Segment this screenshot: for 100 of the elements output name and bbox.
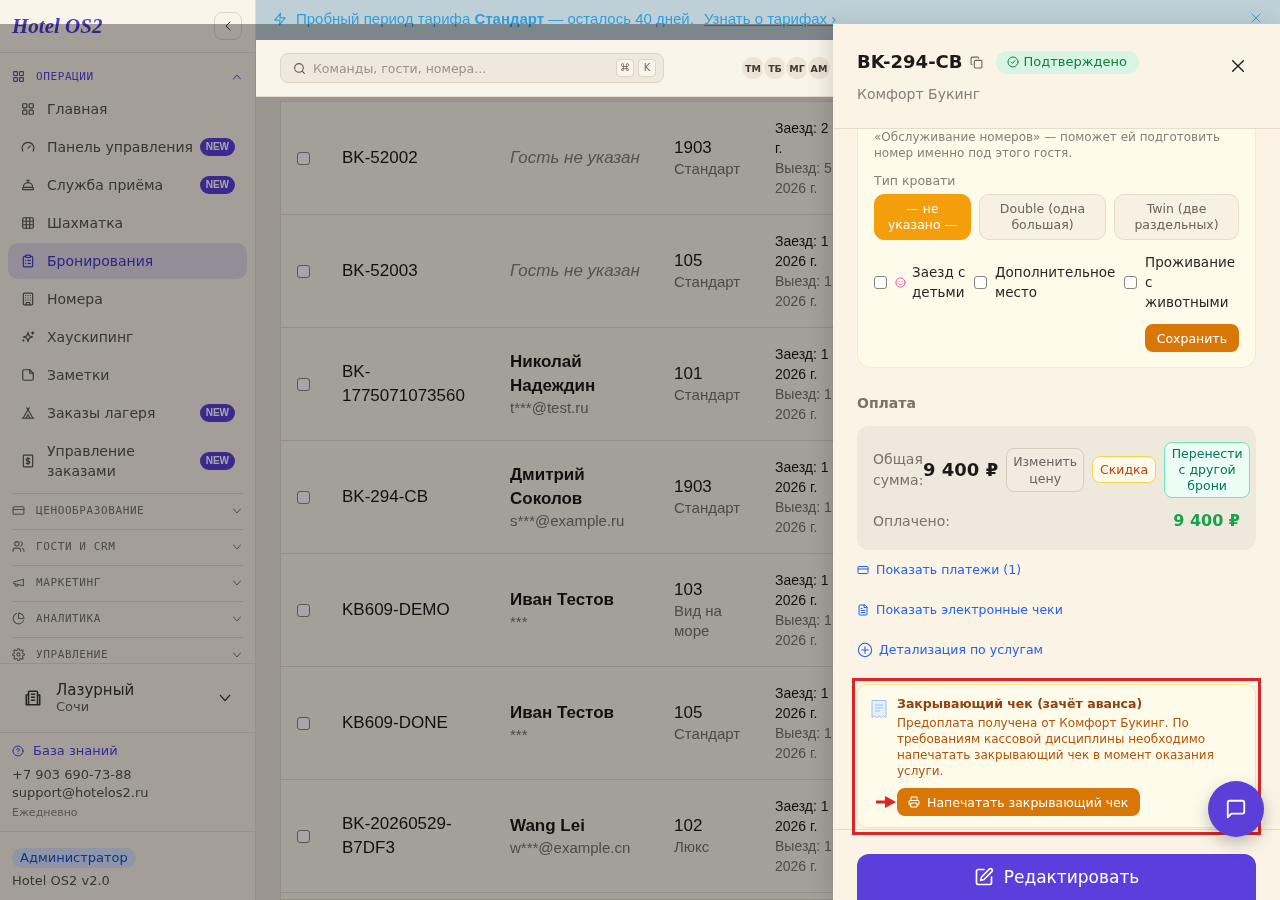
room-number: 1903	[674, 137, 713, 159]
nav-section-toggle[interactable]: МАРКЕТИНГ	[12, 576, 243, 589]
check-in-date: Заезд: 1 2026 г.	[775, 345, 829, 384]
receipts-link[interactable]: Показать электронные чеки	[857, 602, 1063, 618]
user-avatar: МГ	[784, 55, 810, 81]
close-icon	[1230, 58, 1246, 74]
checkbox[interactable]	[974, 275, 987, 289]
edit-icon	[973, 867, 994, 887]
bed-type-option[interactable]: Double (одна большая)	[979, 194, 1106, 240]
edit-button[interactable]: Редактировать	[857, 854, 1256, 900]
building-icon	[21, 292, 35, 306]
print-receipt-button[interactable]: Напечатать закрывающий чек	[897, 788, 1141, 816]
save-button[interactable]: Сохранить	[1144, 324, 1239, 352]
change-price-button[interactable]: Изменить цену	[1006, 447, 1085, 492]
check-in-date: Заезд: 2 г.	[775, 119, 829, 158]
room-type: Люкс	[674, 837, 711, 857]
nav-section-toggle[interactable]: ГОСТИ И CRM	[12, 540, 243, 553]
nav-item[interactable]: Шахматка	[8, 205, 247, 241]
status-label: Подтверждено	[1023, 54, 1127, 70]
support-hours: Ежедневно	[12, 806, 79, 820]
service-details-link[interactable]: Детализация по услугам	[857, 642, 1044, 658]
nav-item[interactable]: Панель управления NEW	[8, 129, 247, 165]
booking-id[interactable]: BK-1775071073560	[342, 360, 482, 408]
paid-amount: 9 400 ₽	[1173, 511, 1240, 531]
booking-id[interactable]: KB609-DEMO	[342, 598, 482, 622]
booking-id[interactable]: BK-20260529-B7DF3	[342, 812, 482, 860]
alert-message: Предоплата получена от Комфорт Букинг. По требованиям кассовой дисциплины необходимо напечатать закрывающий чек в момент оказания услуги.	[897, 715, 1215, 779]
collapse-sidebar-button[interactable]	[214, 12, 242, 40]
receipt-icon	[870, 700, 888, 718]
document-icon	[857, 604, 869, 616]
option-label[interactable]: Дополнительное место	[995, 262, 1116, 302]
user-avatar: ТБ	[762, 55, 788, 81]
checkbox[interactable]	[297, 151, 310, 165]
room-number: 105	[674, 702, 704, 724]
checkbox[interactable]	[297, 264, 310, 278]
option-label[interactable]: Заезд с детьми	[912, 262, 966, 302]
check-out-date: Выезд: 1 2026 г.	[775, 837, 832, 876]
plus-circle-icon	[857, 642, 873, 658]
shortcut-key: K	[638, 59, 656, 77]
nav-item[interactable]: Служба приёма NEW	[8, 167, 247, 203]
service-bell-icon	[21, 178, 35, 192]
lightning-icon	[273, 12, 287, 26]
clipboard-icon	[21, 254, 35, 268]
discount-button[interactable]: Скидка	[1092, 456, 1157, 483]
transfer-button[interactable]: Перенести с другой брони	[1164, 441, 1251, 498]
grid-icon	[12, 70, 25, 83]
room-number: 1903	[674, 476, 713, 498]
guest-name: Дмитрий Соколов	[510, 464, 586, 510]
checkbox[interactable]	[297, 377, 310, 391]
checkbox[interactable]	[297, 829, 310, 843]
close-banner-button[interactable]	[1250, 12, 1262, 24]
guest-email: ***	[510, 612, 529, 632]
knowledge-base-link[interactable]: База знаний	[12, 742, 118, 760]
guest-name: Николай Надеждин	[510, 351, 597, 397]
close-button[interactable]	[1230, 58, 1246, 74]
booking-id[interactable]: BK-52003	[342, 259, 482, 283]
checkbox[interactable]	[297, 490, 310, 504]
copy-icon[interactable]	[969, 55, 983, 69]
nav-item[interactable]: Заметки	[8, 357, 247, 393]
note-icon	[21, 368, 35, 382]
booking-title: BK-294-CB	[857, 50, 963, 74]
support-phone: +7 903 690-73-88	[12, 766, 133, 784]
nav-item[interactable]: Бронирования	[8, 243, 247, 279]
nav-item[interactable]: Управление заказами NEW	[8, 433, 247, 489]
checkbox[interactable]	[1124, 275, 1137, 289]
booking-id[interactable]: KB609-DONE	[342, 711, 482, 735]
checkbox[interactable]	[874, 275, 887, 289]
nav-item[interactable]: Заказы лагеря NEW	[8, 395, 247, 431]
property-selector[interactable]: Лазурный Сочи	[0, 663, 255, 732]
guest-name: Иван Тестов	[510, 702, 616, 724]
booking-id[interactable]: BK-52002	[342, 146, 482, 170]
new-badge: NEW	[199, 138, 235, 156]
paid-label: Оплачено:	[873, 512, 951, 531]
arrow-icon	[876, 796, 896, 808]
option-label[interactable]: Проживание с животными	[1145, 252, 1239, 312]
nav-item[interactable]: Номера	[8, 281, 247, 317]
bed-type-option[interactable]: Twin (две раздельных)	[1114, 194, 1239, 240]
payments-link[interactable]: Показать платежи (1)	[857, 562, 1022, 578]
dollar-receipt-icon	[21, 454, 35, 468]
guest-email: ***	[510, 725, 529, 745]
new-badge: NEW	[199, 452, 235, 470]
checkbox[interactable]	[297, 716, 310, 730]
room-type: Стандарт	[674, 498, 742, 518]
nav-section-toggle[interactable]: ЦЕНООБРАЗОВАНИЕ	[12, 504, 243, 517]
room-type: Вид на море	[674, 601, 723, 641]
settings-icon	[12, 648, 25, 661]
new-badge: NEW	[199, 176, 235, 194]
nav-section-toggle[interactable]: АНАЛИТИКА	[12, 612, 243, 625]
nav-section-toggle[interactable]: ОПЕРАЦИИ	[8, 70, 247, 83]
nav-item[interactable]: Хаускипинг	[8, 319, 247, 355]
close-icon	[1250, 12, 1262, 24]
nav-section-toggle[interactable]: УПРАВЛЕНИЕ	[12, 648, 243, 661]
gauge-icon	[21, 140, 35, 154]
guest-email: w***@example.cn	[510, 838, 632, 858]
trial-message: Пробный период тарифа Стандарт — осталось 40 дней.	[296, 11, 694, 27]
checkbox[interactable]	[297, 603, 310, 617]
booking-id[interactable]: BK-294-CB	[342, 485, 482, 509]
total-amount: 9 400 ₽	[923, 458, 999, 481]
nav-item[interactable]: Главная	[8, 91, 247, 127]
smiley-icon	[895, 276, 906, 288]
